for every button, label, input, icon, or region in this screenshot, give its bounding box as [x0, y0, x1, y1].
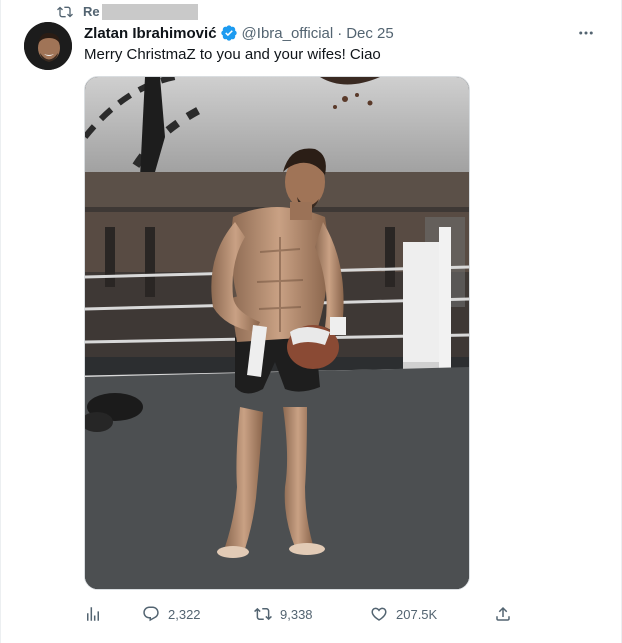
separator-dot: ·: [337, 24, 343, 42]
tweet-header: Zlatan Ibrahimović @Ibra_official · Dec …: [84, 24, 394, 42]
retweet-action-icon: [254, 607, 272, 621]
retweet-label: Re: [83, 4, 198, 21]
like-button[interactable]: 207.5K: [370, 602, 437, 626]
tweet-text: Merry ChristmaZ to you and your wifes! C…: [84, 46, 381, 63]
heart-icon: [371, 607, 387, 621]
retweet-icon: [57, 6, 73, 18]
retweet-button[interactable]: 9,338: [254, 602, 313, 626]
retweet-indicator[interactable]: Re: [57, 3, 198, 21]
author-handle[interactable]: @Ibra_official: [242, 25, 334, 42]
redacted-name: [101, 4, 198, 21]
avatar[interactable]: [24, 22, 72, 70]
verified-badge-icon: [220, 25, 237, 41]
share-button[interactable]: [494, 602, 512, 626]
views-button[interactable]: [84, 602, 102, 626]
retweet-count: 9,338: [280, 606, 313, 622]
more-options-button[interactable]: [575, 22, 597, 44]
tweet-photo[interactable]: [84, 76, 470, 590]
tweet-card: Re Zlatan Ibrahimović @Ibra_official · D…: [0, 0, 622, 643]
reply-button[interactable]: 2,322: [142, 602, 201, 626]
reply-icon: [143, 606, 159, 622]
more-icon: [579, 31, 593, 35]
tweet-date[interactable]: Dec 25: [346, 25, 394, 42]
share-icon: [496, 606, 510, 621]
author-name[interactable]: Zlatan Ibrahimović: [84, 25, 217, 42]
reply-count: 2,322: [168, 606, 201, 622]
tweet-actions: 2,322 9,338 207.5K: [84, 602, 514, 626]
analytics-icon: [87, 607, 99, 621]
like-count: 207.5K: [396, 606, 438, 622]
